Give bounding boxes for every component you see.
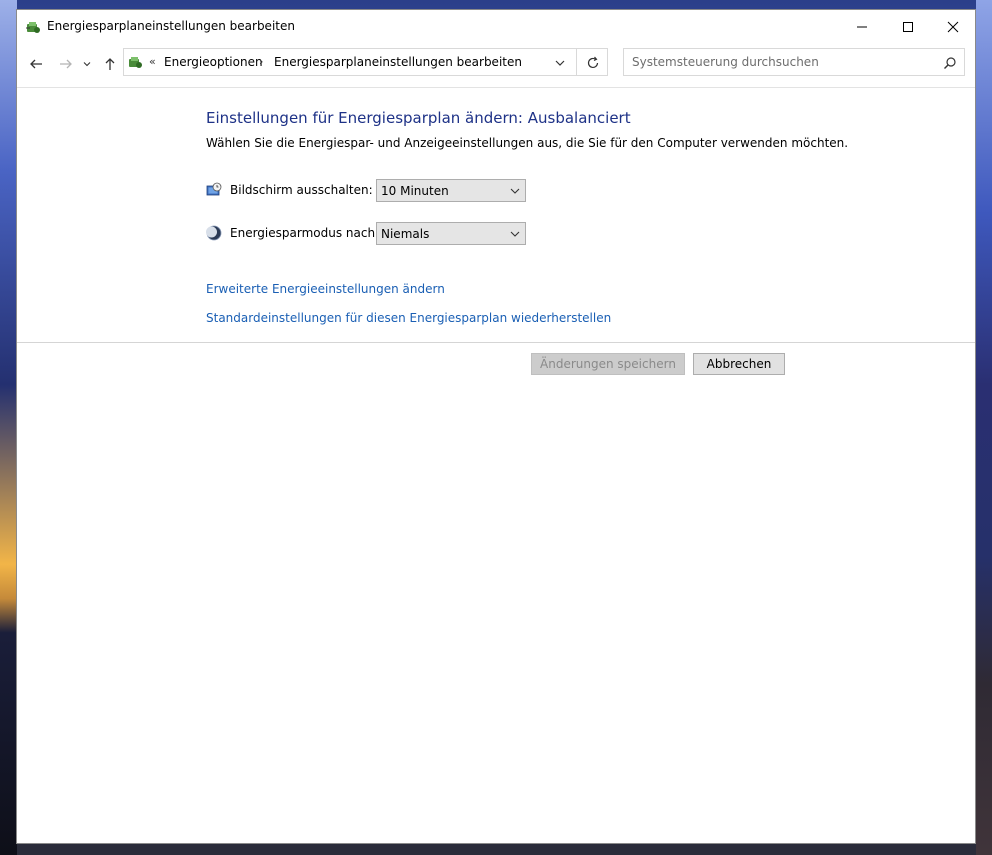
monitor-clock-icon <box>206 182 222 198</box>
refresh-icon <box>587 56 599 69</box>
chevron-down-icon <box>83 62 91 67</box>
back-button[interactable] <box>26 54 46 74</box>
address-row: « Energieoptionen › Energiesparplaneinst… <box>17 44 975 86</box>
content-border <box>17 87 975 88</box>
control-panel-window: Energiesparplaneinstellungen bearbeiten <box>16 9 976 844</box>
close-icon <box>947 21 959 33</box>
title-bar: Energiesparplaneinstellungen bearbeiten <box>17 10 975 44</box>
minimize-icon <box>857 26 867 28</box>
breadcrumb-separator[interactable]: › <box>259 55 263 68</box>
desktop-background-left <box>0 0 17 855</box>
search-input[interactable] <box>624 49 932 75</box>
address-bar[interactable]: « Energieoptionen › Energiesparplaneinst… <box>123 48 608 76</box>
minimize-button[interactable] <box>839 10 885 44</box>
recent-locations-button[interactable] <box>80 54 94 74</box>
close-button[interactable] <box>930 10 976 44</box>
display-off-select[interactable]: 10 Minuten <box>376 179 526 202</box>
arrow-right-icon <box>60 59 72 69</box>
power-options-icon <box>25 19 41 35</box>
sleep-select[interactable]: Niemals <box>376 222 526 245</box>
restore-defaults-link[interactable]: Standardeinstellungen für diesen Energie… <box>206 311 611 325</box>
power-options-icon <box>127 54 143 70</box>
breadcrumb-energieoptionen[interactable]: Energieoptionen <box>164 55 263 69</box>
advanced-settings-link[interactable]: Erweiterte Energieeinstellungen ändern <box>206 282 445 296</box>
forward-button[interactable] <box>56 54 76 74</box>
save-changes-button[interactable]: Änderungen speichern <box>531 353 685 375</box>
desktop-background-right <box>976 0 992 855</box>
chevron-down-icon <box>510 188 520 194</box>
maximize-button[interactable] <box>885 10 931 44</box>
address-history-button[interactable] <box>552 55 568 71</box>
sleep-label: Energiesparmodus nach: <box>230 226 380 240</box>
up-button[interactable] <box>100 54 120 74</box>
arrow-left-icon <box>30 59 42 69</box>
chevron-down-icon <box>555 60 565 66</box>
cancel-button[interactable]: Abbrechen <box>693 353 785 375</box>
search-icon[interactable] <box>943 55 957 69</box>
window-title: Energiesparplaneinstellungen bearbeiten <box>47 19 295 33</box>
display-off-label: Bildschirm ausschalten: <box>230 183 373 197</box>
overflow-chevron[interactable]: « <box>149 55 156 68</box>
page-description: Wählen Sie die Energiespar- und Anzeigee… <box>206 136 849 150</box>
moon-icon <box>206 225 222 241</box>
page-title: Einstellungen für Energiesparplan ändern… <box>206 109 631 127</box>
breadcrumb-current[interactable]: Energiesparplaneinstellungen bearbeiten <box>274 55 522 69</box>
sleep-value: Niemals <box>381 227 430 241</box>
arrow-up-icon <box>105 58 115 70</box>
display-off-value: 10 Minuten <box>381 184 449 198</box>
refresh-button[interactable] <box>583 53 603 73</box>
footer-divider <box>17 342 975 343</box>
maximize-icon <box>903 22 913 32</box>
address-divider <box>576 49 577 75</box>
search-box[interactable] <box>623 48 965 76</box>
chevron-down-icon <box>510 231 520 237</box>
